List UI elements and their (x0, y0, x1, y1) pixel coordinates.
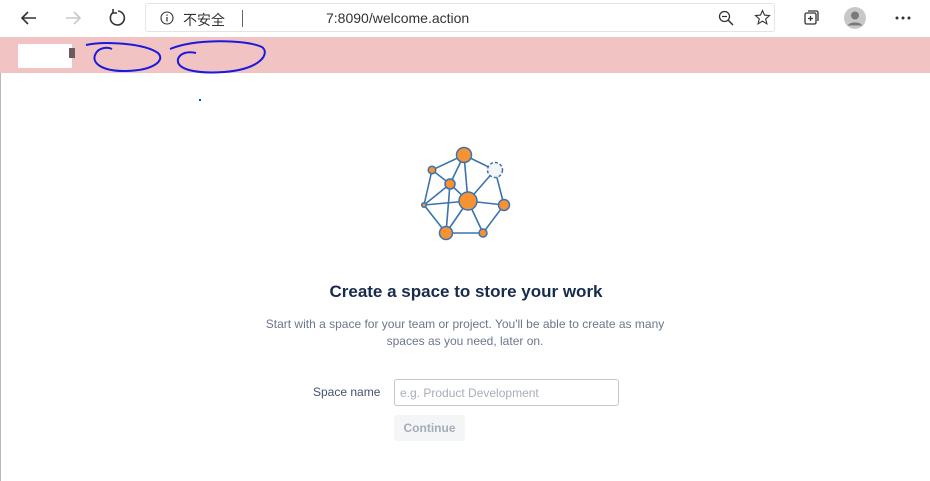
profile-button[interactable] (842, 5, 868, 31)
page-description: Start with a space for your team or proj… (265, 317, 665, 348)
arrow-left-icon (20, 11, 36, 25)
network-node-empty (486, 161, 504, 179)
collections-icon (804, 10, 819, 25)
continue-button[interactable]: Continue (394, 415, 465, 441)
stray-dot (199, 99, 201, 101)
network-node (438, 225, 454, 241)
security-status[interactable]: 不安全 (183, 10, 225, 30)
info-icon[interactable] (160, 11, 174, 25)
network-node (455, 146, 473, 164)
network-node (444, 178, 456, 190)
network-illustration (420, 146, 511, 241)
network-node (427, 165, 437, 175)
page-border (0, 73, 1, 481)
browser-toolbar: 不安全 7:8090/welcome.action (0, 0, 930, 36)
network-node (478, 228, 488, 238)
settings-menu-button[interactable] (890, 5, 916, 31)
page-title: Create a space to store your work (329, 282, 603, 301)
space-name-label: Space name (313, 385, 381, 399)
network-node (497, 198, 511, 212)
redaction-scribble (85, 40, 266, 74)
space-name-input[interactable] (394, 379, 619, 406)
more-icon (895, 16, 911, 20)
refresh-icon (109, 9, 126, 26)
favorite-star-icon[interactable] (754, 9, 771, 26)
arrow-right-icon (66, 11, 82, 25)
forward-button[interactable] (59, 4, 87, 32)
refresh-button[interactable] (103, 4, 131, 32)
logo[interactable] (18, 44, 72, 68)
zoom-icon[interactable] (718, 10, 734, 26)
address-bar[interactable]: 不安全 7:8090/welcome.action (145, 3, 775, 32)
back-button[interactable] (15, 4, 43, 32)
logo-mark (69, 48, 75, 58)
avatar-icon (844, 7, 866, 29)
collections-button[interactable] (798, 5, 824, 31)
network-node (420, 201, 428, 209)
network-node (458, 191, 478, 211)
address-divider (242, 10, 243, 27)
url-text[interactable]: 7:8090/welcome.action (326, 10, 469, 26)
